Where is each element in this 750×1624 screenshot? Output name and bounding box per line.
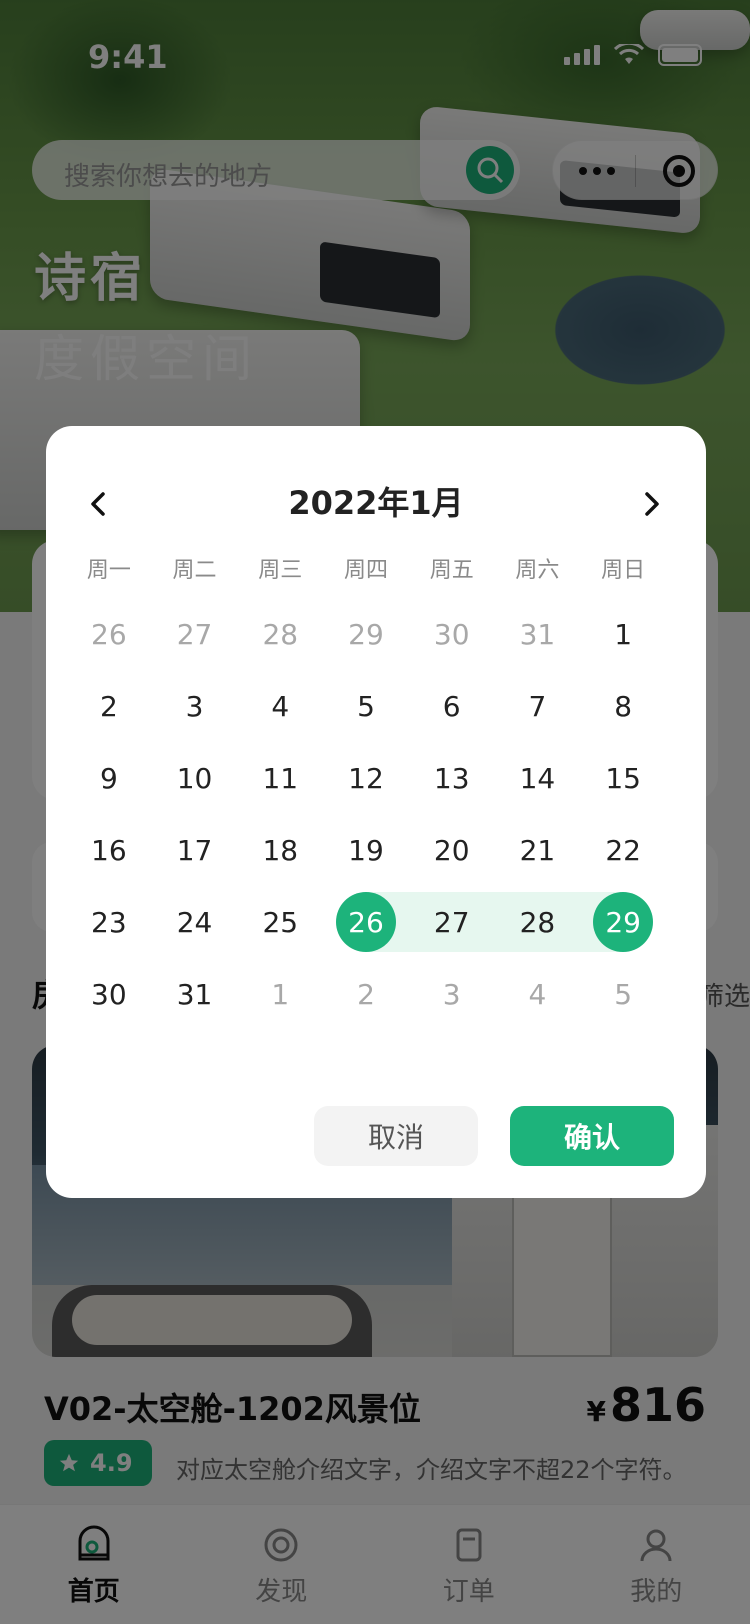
calendar-day[interactable]: 2 <box>66 670 152 742</box>
calendar-day[interactable]: 6 <box>409 670 495 742</box>
calendar-day[interactable]: 22 <box>580 814 666 886</box>
calendar-day[interactable]: 18 <box>237 814 323 886</box>
calendar-day[interactable]: 4 <box>237 670 323 742</box>
calendar-day-range-start[interactable]: 26 <box>323 886 409 958</box>
weekday-label: 周三 <box>258 558 303 583</box>
weekday-label: 周日 <box>601 558 646 583</box>
calendar-day[interactable]: 17 <box>152 814 238 886</box>
calendar-day[interactable]: 30 <box>66 958 152 1030</box>
calendar-day[interactable]: 3 <box>152 670 238 742</box>
calendar-day[interactable]: 3 <box>409 958 495 1030</box>
calendar-day[interactable]: 24 <box>152 886 238 958</box>
calendar-day[interactable]: 9 <box>66 742 152 814</box>
calendar-day[interactable]: 10 <box>152 742 238 814</box>
calendar-day-range-end[interactable]: 29 <box>580 886 666 958</box>
calendar-day[interactable]: 1 <box>580 598 666 670</box>
calendar-month-title: 2022年1月 <box>288 484 464 522</box>
weekday-label: 周一 <box>86 558 131 583</box>
calendar-day[interactable]: 13 <box>409 742 495 814</box>
calendar-day[interactable]: 7 <box>495 670 581 742</box>
calendar-day[interactable]: 12 <box>323 742 409 814</box>
calendar-day[interactable]: 27 <box>152 598 238 670</box>
calendar-day[interactable]: 28 <box>237 598 323 670</box>
calendar-day[interactable]: 26 <box>66 598 152 670</box>
weekday-label: 周四 <box>343 558 388 583</box>
calendar-day[interactable]: 4 <box>495 958 581 1030</box>
calendar-days-grid: 26 27 28 29 30 31 1 2 3 4 5 6 7 8 9 10 1… <box>66 598 666 1030</box>
calendar-day[interactable]: 16 <box>66 814 152 886</box>
next-month-button[interactable] <box>632 484 672 524</box>
calendar-day[interactable]: 8 <box>580 670 666 742</box>
weekday-label: 周五 <box>429 558 474 583</box>
cancel-button[interactable]: 取消 <box>314 1106 478 1166</box>
calendar-day[interactable]: 31 <box>152 958 238 1030</box>
calendar-day[interactable]: 23 <box>66 886 152 958</box>
confirm-button[interactable]: 确认 <box>510 1106 674 1166</box>
calendar-day[interactable]: 2 <box>323 958 409 1030</box>
calendar-day[interactable]: 5 <box>323 670 409 742</box>
weekday-label: 周二 <box>172 558 217 583</box>
calendar-day[interactable]: 1 <box>237 958 323 1030</box>
calendar-day[interactable]: 31 <box>495 598 581 670</box>
calendar-day[interactable]: 30 <box>409 598 495 670</box>
calendar-day[interactable]: 15 <box>580 742 666 814</box>
calendar-day[interactable]: 29 <box>323 598 409 670</box>
calendar-day[interactable]: 19 <box>323 814 409 886</box>
calendar-day-in-range[interactable]: 27 <box>408 886 495 958</box>
date-picker-modal: 2022年1月 周一 周二 周三 周四 周五 周六 周日 26 27 28 29… <box>46 426 706 1198</box>
calendar-day[interactable]: 5 <box>580 958 666 1030</box>
calendar-header: 2022年1月 <box>46 478 706 528</box>
calendar-day[interactable]: 14 <box>495 742 581 814</box>
calendar-day[interactable]: 11 <box>237 742 323 814</box>
calendar-day-in-range[interactable]: 28 <box>494 886 581 958</box>
calendar-day[interactable]: 25 <box>237 886 323 958</box>
weekday-header: 周一 周二 周三 周四 周五 周六 周日 <box>66 552 666 584</box>
calendar-day[interactable]: 20 <box>409 814 495 886</box>
weekday-label: 周六 <box>515 558 560 583</box>
chevron-right-icon <box>645 492 659 516</box>
calendar-day[interactable]: 21 <box>495 814 581 886</box>
